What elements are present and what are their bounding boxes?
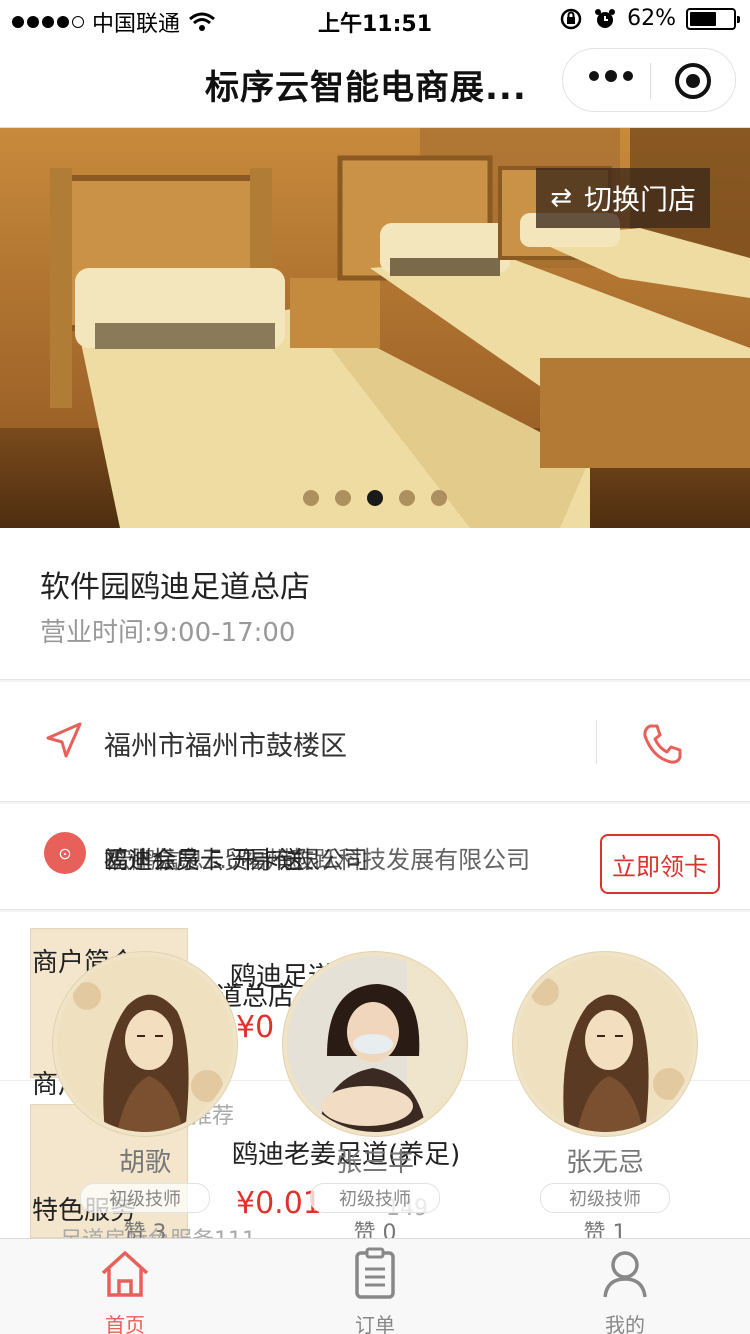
technician-level-badge: 初级技师 <box>540 1183 670 1213</box>
membership-logo-icon: ⊙ <box>44 832 86 874</box>
technician-avatar <box>53 952 237 1136</box>
carousel-dot-active[interactable] <box>367 490 383 506</box>
mini-program-capsule <box>562 48 736 112</box>
store-hours: 营业时间:9:00-17:00 <box>40 618 296 648</box>
portrait-image <box>517 956 693 1132</box>
portrait-image <box>57 956 233 1132</box>
technician-level-badge: 初级技师 <box>80 1183 210 1213</box>
status-bar: 中国联通 上午11:51 62% <box>0 0 750 40</box>
target-icon[interactable] <box>675 63 711 99</box>
technician-card[interactable]: 张无忌 初级技师 赞 1 <box>510 952 700 1238</box>
technician-card[interactable]: 胡歌 初级技师 赞 3 <box>50 952 240 1238</box>
carousel-indicator <box>0 490 750 506</box>
nav-bar: 标序云智能电商展... <box>0 40 750 128</box>
carousel-dot[interactable] <box>335 490 351 506</box>
technician-name: 张三丰 <box>335 1148 414 1178</box>
rotation-lock-icon <box>560 8 582 29</box>
address-row[interactable]: 福州市福州市鼓楼区 <box>0 682 750 802</box>
technician-level-badge: 初级技师 <box>310 1183 440 1213</box>
portrait-image <box>287 956 463 1132</box>
technician-name: 胡歌 <box>118 1148 171 1178</box>
carousel-dot[interactable] <box>399 490 415 506</box>
technician-avatar <box>283 952 467 1136</box>
technician-avatar <box>513 952 697 1136</box>
membership-marquee: 鸥迪会员卡 开卡送 福州标序云贸易有限公司 宏鹏信息 ... 福州鼓跃科技发展有… <box>104 840 588 874</box>
swap-arrows-icon: ⇄ <box>550 183 572 213</box>
technician-likes: 赞 1 <box>583 1221 627 1238</box>
technician-likes: 赞 3 <box>123 1221 167 1238</box>
tab-orders-label: 订单 <box>355 1313 395 1334</box>
banner-carousel[interactable]: ⇄ 切换门店 <box>0 128 750 528</box>
technician-name: 张无忌 <box>565 1148 644 1178</box>
capsule-divider <box>650 63 651 99</box>
technician-likes: 赞 0 <box>353 1221 397 1238</box>
marquee-text: 宏鹏信息 ... 福州鼓跃科技发展有限公司 <box>108 846 531 874</box>
clipboard-icon <box>355 1247 395 1299</box>
battery-icon <box>686 7 740 30</box>
alarm-icon <box>595 8 616 28</box>
switch-store-button[interactable]: ⇄ 切换门店 <box>536 168 710 228</box>
store-address[interactable]: 福州市福州市鼓楼区 <box>104 724 347 763</box>
carousel-dot[interactable] <box>303 490 319 506</box>
membership-card-row: ⊙ 鸥迪会员卡 开卡送 福州标序云贸易有限公司 宏鹏信息 ... 福州鼓跃科技发… <box>0 804 750 910</box>
phone-icon[interactable] <box>640 722 684 766</box>
battery-percent: 62% <box>627 6 676 31</box>
tab-home-label: 首页 <box>105 1313 145 1334</box>
product-price: ¥0 <box>236 1010 275 1045</box>
tab-profile-label: 我的 <box>605 1313 645 1334</box>
tab-orders[interactable]: 订单 <box>250 1239 500 1334</box>
user-icon <box>603 1251 647 1298</box>
more-dots-icon[interactable] <box>589 70 633 82</box>
tab-home[interactable]: 首页 <box>0 1239 250 1334</box>
home-icon <box>101 1251 149 1297</box>
battery-fill <box>690 11 717 26</box>
lower-content: 商户简介 鸥迪足道 道总店 ¥0 商户 推荐 鸥迪老姜足道(养足) ¥0.01 … <box>0 912 750 1238</box>
claim-card-button[interactable]: 立即领卡 <box>600 834 720 894</box>
store-name: 软件园鸥迪足道总店 <box>40 570 310 605</box>
status-right: 62% <box>559 6 740 31</box>
switch-store-label: 切换门店 <box>583 183 696 216</box>
carousel-dot[interactable] <box>431 490 447 506</box>
page-title: 标序云智能电商展... <box>205 68 527 108</box>
navigation-arrow-icon[interactable] <box>44 720 84 760</box>
technician-card[interactable]: 张三丰 初级技师 赞 0 <box>280 952 470 1238</box>
address-divider <box>596 720 597 764</box>
tab-bar: 首页 订单 我的 <box>0 1238 750 1334</box>
store-info: 软件园鸥迪足道总店 营业时间:9:00-17:00 <box>0 528 750 680</box>
tab-profile[interactable]: 我的 <box>500 1239 750 1334</box>
